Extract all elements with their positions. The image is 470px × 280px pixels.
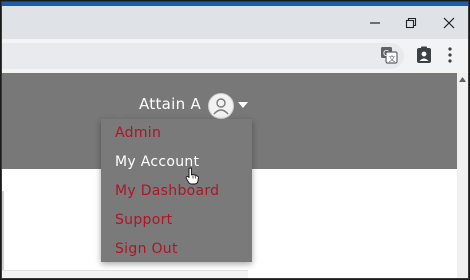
- translate-icon[interactable]: G 文: [380, 46, 398, 64]
- hand-cursor-icon: [185, 167, 199, 185]
- profile-icon[interactable]: [415, 46, 433, 64]
- scroll-up-arrow-icon[interactable]: [458, 76, 467, 84]
- menu-item-sign-out[interactable]: Sign Out: [115, 241, 178, 257]
- page-viewport: Attain A Admin My Account My Dashboard S…: [2, 73, 468, 278]
- avatar-icon[interactable]: [208, 93, 234, 119]
- more-vert-icon[interactable]: [443, 46, 457, 64]
- restore-icon: [405, 17, 417, 29]
- svg-text:文: 文: [389, 54, 396, 63]
- menu-item-support[interactable]: Support: [115, 212, 172, 228]
- address-bar[interactable]: [2, 43, 404, 69]
- menu-item-my-dashboard[interactable]: My Dashboard: [115, 183, 219, 199]
- close-icon: [443, 17, 455, 29]
- content-edge: [2, 191, 4, 278]
- close-button[interactable]: [432, 10, 466, 36]
- user-name-label[interactable]: Attain A: [139, 95, 201, 113]
- minimize-button[interactable]: [358, 10, 392, 36]
- browser-toolbar: [2, 39, 468, 73]
- caret-down-icon[interactable]: [238, 102, 248, 108]
- browser-window: G 文 Attain A Admin My Account My Dashboa…: [1, 1, 469, 279]
- avatar-silhouette: [213, 98, 229, 115]
- content-strip: [2, 270, 248, 278]
- vertical-scrollbar[interactable]: [457, 73, 468, 278]
- minimize-icon: [370, 22, 380, 24]
- menu-item-admin[interactable]: Admin: [115, 125, 161, 141]
- account-dropdown-menu: Admin My Account My Dashboard Support Si…: [101, 119, 252, 262]
- restore-button[interactable]: [394, 10, 428, 36]
- title-bar: [2, 6, 468, 39]
